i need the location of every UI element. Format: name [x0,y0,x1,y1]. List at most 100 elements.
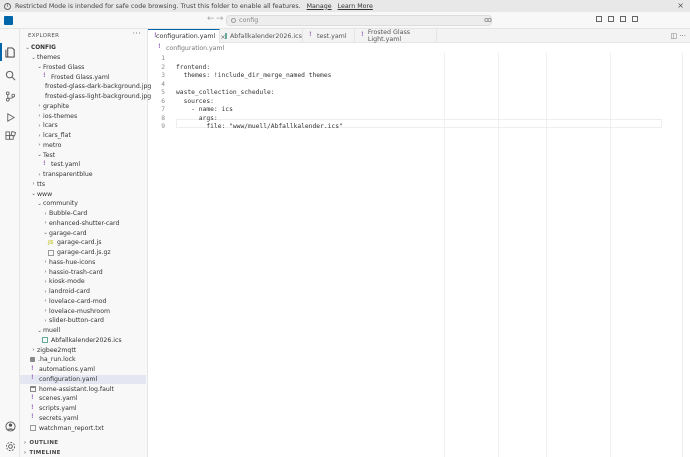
tree-file[interactable]: scripts.yaml [20,404,146,414]
code-line[interactable]: file: "www/muell/Abfallkalender.ics" [176,123,342,132]
layout-sidebar-icon[interactable] [596,16,602,22]
tree-folder[interactable]: › enhanced-shutter-card [20,219,146,229]
tree-folder[interactable]: › metro [20,141,146,151]
tree-file[interactable]: JS garage-card.js [20,238,146,248]
tree-file[interactable]: .ha_run.lock [20,355,146,365]
line-number: 5 [161,89,165,96]
tree-file[interactable]: scenes.yaml [20,394,146,404]
tree-item-label: slider-button-card [49,317,104,325]
copilot-icon[interactable] [484,16,492,24]
tree-item-label: Abfallkalender2026.ics [51,336,122,344]
tree-item-label: hass-hue-icons [49,258,96,266]
tree-folder[interactable]: › ios-themes [20,111,146,121]
tree-folder[interactable]: › Bubble-Card [20,209,146,219]
tree-item-label: .ha_run.lock [38,356,76,364]
code-line[interactable]: args: [176,115,218,124]
tree-item-label: frosted-glass-dark-background.jpg [45,83,152,91]
tree-item-label: configuration.yaml [39,375,98,383]
tree-folder[interactable]: ⌄ Frosted Glass [20,63,146,73]
tree-file[interactable]: watchman_report.txt [20,423,146,433]
tree-folder[interactable]: › graphite [20,102,146,112]
tree-file[interactable]: Abfallkalender2026.ics [20,336,146,346]
tree-file[interactable]: garage-card.js.gz [20,248,146,258]
code-line[interactable]: sources: [176,98,214,107]
timeline-section[interactable]: › TIMELINE [20,448,61,457]
log-file-icon [30,386,36,393]
forward-arrow-icon[interactable]: → [216,14,224,24]
tree-folder[interactable]: › transparentblue [20,170,146,180]
tree-file[interactable]: Frosted Glass.yaml [20,72,146,82]
tree-folder[interactable]: ⌄ themes [20,53,146,63]
tree-folder[interactable]: ⌄ Test [20,150,146,160]
extensions-icon[interactable] [4,130,16,142]
tree-folder[interactable]: ⌄ garage-card [20,228,146,238]
back-arrow-icon[interactable]: ← [207,14,215,24]
manage-link[interactable]: Manage [307,3,332,10]
tree-file[interactable]: frosted-glass-dark-background.jpg [20,82,151,92]
tree-item-label: Frosted Glass [43,63,85,71]
chevron-right-icon: › [32,181,35,188]
tree-folder[interactable]: › tts [20,180,146,190]
tree-folder[interactable]: ⌄ CONFIG [20,43,146,53]
account-icon[interactable] [4,420,16,432]
tree-item-label: enhanced-shutter-card [49,219,120,227]
customize-layout-icon[interactable] [632,16,638,22]
code-line[interactable]: themes: !include_dir_merge_named themes [176,72,332,81]
tree-folder[interactable]: › lcars [20,121,146,131]
settings-gear-icon[interactable] [4,440,16,452]
code-line[interactable]: - name: ics [176,106,233,115]
title-bar: ← → config [0,12,690,29]
chevron-right-icon: › [38,142,41,149]
tree-folder[interactable]: › landroid-card [20,287,146,297]
tree-file[interactable]: home-assistant.log.fault [20,384,146,394]
tree-file[interactable]: test.yaml [20,160,146,170]
code-line[interactable]: waste_collection_schedule: [176,89,275,98]
tree-file[interactable]: secrets.yaml [20,413,146,424]
breadcrumb[interactable]: configuration.yaml [148,43,690,53]
run-debug-icon[interactable] [4,111,16,123]
tree-file[interactable]: automations.yaml [20,365,146,375]
tree-folder[interactable]: › zigbee2mqtt [20,345,146,355]
activity-bar [0,29,20,457]
tree-folder[interactable]: ⌄ www [20,189,146,199]
tab-configuration-yaml[interactable]: configuration.yaml × [148,29,226,43]
tree-item-label: zigbee2mqtt [37,346,77,354]
ics-file-icon [42,337,48,344]
explorer-icon[interactable] [0,43,16,61]
learn-more-link[interactable]: Learn More [338,3,373,10]
tree-folder[interactable]: › hass-hue-icons [20,258,146,268]
tree-folder[interactable]: › lovelace-mushroom [20,306,146,316]
line-number: 7 [161,106,165,113]
command-center-search[interactable]: config [226,15,492,26]
tree-folder[interactable]: › lcars_flat [20,131,146,141]
layout-panel-icon[interactable] [608,16,614,22]
tab-abfallkalender-ics[interactable]: Abfallkalender2026.ics [220,29,303,43]
tree-folder[interactable]: › slider-button-card [20,316,146,326]
layout-aux-icon[interactable] [620,16,626,22]
tree-item-label: kiosk-mode [49,278,85,286]
guide-line [610,53,611,457]
tree-folder[interactable]: › hassio-trash-card [20,267,146,277]
tree-folder[interactable]: ⌄ community [20,199,146,209]
outline-section[interactable]: › OUTLINE [20,438,58,447]
tree-folder[interactable]: ⌄ muell [20,326,146,336]
tree-file[interactable]: frosted-glass-light-background.jpg [20,92,151,102]
close-icon[interactable]: × [677,1,684,10]
tab-frosted-glass-light-yaml[interactable]: Frosted Glass Light.yaml [355,29,437,43]
vertical-scrollbar[interactable] [682,53,690,457]
tree-item-label: www [37,190,53,198]
source-control-icon[interactable] [4,90,16,102]
code-line[interactable]: frontend: [176,64,210,73]
more-actions-icon[interactable]: ··· [132,29,141,38]
tab-test-yaml[interactable]: test.yaml [303,29,355,43]
chevron-right-icon: › [38,113,41,120]
tree-folder[interactable]: › lovelace-card-mod [20,297,146,307]
tree-folder[interactable]: › kiosk-mode [20,277,146,287]
split-editor-icon[interactable]: ◫ ··· [670,32,686,40]
code-editor[interactable]: 123456789 frontend: themes: !include_dir… [148,53,690,457]
yaml-file-icon [30,404,36,412]
tree-item-label: transparentblue [43,171,93,179]
tree-file[interactable]: configuration.yaml [20,374,146,385]
search-icon[interactable] [4,69,16,81]
tree-item-label: watchman_report.txt [39,424,104,432]
